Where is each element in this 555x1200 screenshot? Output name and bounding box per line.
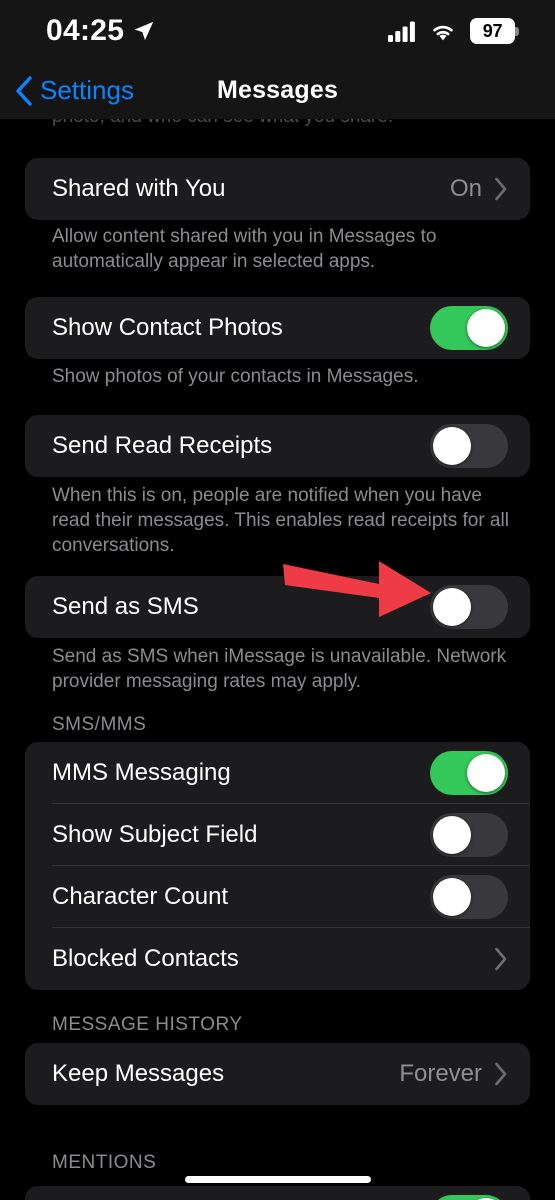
row-send-read-receipts[interactable]: Send Read Receipts bbox=[25, 415, 530, 477]
chevron-left-icon bbox=[16, 75, 32, 106]
row-mentions[interactable] bbox=[25, 1186, 530, 1200]
row-label: Character Count bbox=[52, 883, 229, 910]
section-shared-with-you: Shared with You On bbox=[25, 158, 530, 220]
row-blocked-contacts[interactable]: Blocked Contacts bbox=[25, 928, 530, 990]
row-label: Shared with You bbox=[52, 175, 226, 202]
row-label: Blocked Contacts bbox=[52, 945, 239, 972]
battery-indicator: 97 bbox=[470, 18, 519, 44]
row-keep-messages[interactable]: Keep Messages Forever bbox=[25, 1043, 530, 1105]
section-message-history: Keep Messages Forever bbox=[25, 1043, 530, 1105]
chevron-right-icon bbox=[495, 1062, 507, 1086]
row-shared-with-you[interactable]: Shared with You On bbox=[25, 158, 530, 220]
toggle-show-contact-photos[interactable] bbox=[430, 306, 508, 350]
toggle-knob bbox=[467, 309, 505, 347]
cellular-signal-icon bbox=[388, 21, 415, 42]
row-send-as-sms[interactable]: Send as SMS bbox=[25, 576, 530, 638]
chevron-right-icon bbox=[495, 947, 507, 971]
iphone-screen: 04:25 97 Settings Messages Shared with Y… bbox=[0, 0, 555, 1200]
toggle-show-subject-field[interactable] bbox=[430, 813, 508, 857]
toggle-knob bbox=[433, 878, 471, 916]
section-header-message-history: MESSAGE HISTORY bbox=[52, 1014, 243, 1035]
row-character-count[interactable]: Character Count bbox=[25, 866, 530, 928]
battery-tip bbox=[515, 27, 519, 36]
row-show-subject-field[interactable]: Show Subject Field bbox=[25, 804, 530, 866]
row-value: On bbox=[449, 175, 482, 202]
section-send-as-sms: Send as SMS bbox=[25, 576, 530, 638]
status-bar-clock: 04:25 bbox=[46, 14, 125, 47]
back-button-label: Settings bbox=[40, 75, 134, 105]
toggle-knob bbox=[433, 427, 471, 465]
toggle-character-count[interactable] bbox=[430, 875, 508, 919]
section-send-read-receipts: Send Read Receipts bbox=[25, 415, 530, 477]
section-sms-mms: MMS Messaging Show Subject Field Charact… bbox=[25, 742, 530, 990]
section-header-sms-mms: SMS/MMS bbox=[52, 714, 147, 735]
status-bar-right: 97 bbox=[388, 18, 519, 44]
status-bar: 04:25 97 bbox=[0, 0, 555, 62]
chevron-right-icon bbox=[495, 177, 507, 201]
row-label: Send as SMS bbox=[52, 593, 199, 620]
row-value: Forever bbox=[399, 1060, 482, 1087]
navigation-bar: Settings Messages bbox=[0, 62, 555, 119]
settings-scroll-view[interactable]: photo, and who can see what you share. S… bbox=[0, 0, 555, 1200]
footer-shared-with-you: Allow content shared with you in Message… bbox=[52, 226, 437, 272]
toggle-mentions[interactable] bbox=[430, 1195, 508, 1200]
home-indicator bbox=[184, 1176, 371, 1183]
row-label: MMS Messaging bbox=[52, 759, 231, 786]
section-show-contact-photos: Show Contact Photos bbox=[25, 297, 530, 359]
row-label: Show Contact Photos bbox=[52, 314, 283, 341]
row-show-contact-photos[interactable]: Show Contact Photos bbox=[25, 297, 530, 359]
row-label: Show Subject Field bbox=[52, 821, 258, 848]
footer-send-as-sms: Send as SMS when iMessage is unavailable… bbox=[52, 646, 507, 692]
footer-send-read-receipts: When this is on, people are notified whe… bbox=[52, 485, 509, 556]
toggle-send-as-sms[interactable] bbox=[430, 585, 508, 629]
section-header-mentions: MENTIONS bbox=[52, 1152, 157, 1173]
row-label: Keep Messages bbox=[52, 1060, 225, 1087]
wifi-icon bbox=[433, 25, 453, 40]
toggle-knob bbox=[433, 816, 471, 854]
section-mentions bbox=[25, 1186, 530, 1200]
row-mms-messaging[interactable]: MMS Messaging bbox=[25, 742, 530, 804]
toggle-send-read-receipts[interactable] bbox=[430, 424, 508, 468]
toggle-knob bbox=[433, 588, 471, 626]
row-label: Send Read Receipts bbox=[52, 432, 273, 459]
battery-percent-label: 97 bbox=[482, 20, 503, 41]
status-bar-left: 04:25 bbox=[46, 14, 155, 48]
toggle-mms-messaging[interactable] bbox=[430, 751, 508, 795]
toggle-knob bbox=[467, 754, 505, 792]
footer-show-contact-photos: Show photos of your contacts in Messages… bbox=[52, 366, 419, 387]
battery-body: 97 bbox=[470, 18, 515, 44]
back-button-settings[interactable]: Settings bbox=[14, 75, 134, 107]
location-arrow-icon bbox=[135, 21, 154, 41]
